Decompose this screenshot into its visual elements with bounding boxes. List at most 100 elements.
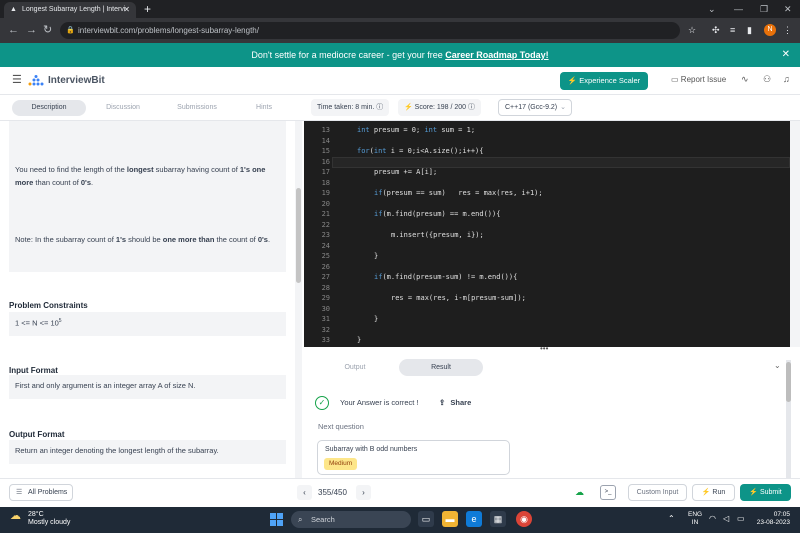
forward-icon[interactable]: → — [26, 22, 37, 39]
weather-widget[interactable]: ☁ 28°C Mostly cloudy — [10, 511, 70, 527]
restore-icon[interactable]: ❐ — [760, 1, 768, 17]
tab-submissions[interactable]: Submissions — [170, 100, 224, 116]
user-icon[interactable]: ⚇ — [763, 74, 771, 85]
tab-search-icon[interactable]: ⌄ — [708, 1, 716, 17]
code-line: presum += A[i]; — [374, 168, 437, 176]
battery-icon[interactable]: ▭ — [737, 514, 745, 523]
code-text: i = 0;i<A.size();i++){ — [386, 147, 484, 155]
constraints-exponent: 5 — [58, 318, 62, 324]
tab-output[interactable]: Output — [327, 359, 383, 376]
input-format-box: First and only argument is an integer ar… — [9, 375, 286, 399]
tab-result[interactable]: Result — [399, 359, 483, 376]
collapse-chevron-icon[interactable]: ⌄ — [774, 361, 781, 370]
code-editor[interactable]: 13 int presum = 0; int sum = 1; 14 15 for(in… — [304, 121, 790, 347]
interviewbit-logo[interactable]: InterviewBit — [26, 75, 105, 87]
custom-input-button[interactable]: Custom Input — [628, 484, 687, 501]
run-bolt-icon: ⚡ — [701, 489, 711, 496]
url-input[interactable]: 🔒 interviewbit.com/problems/longest-suba… — [60, 22, 680, 39]
close-window-icon[interactable]: ✕ — [784, 1, 792, 17]
next-problem-button[interactable]: › — [356, 485, 371, 500]
output-format-text: Return an integer denoting the longest l… — [15, 446, 219, 455]
chrome-browser-icon[interactable]: ◉ — [516, 511, 532, 527]
statement-text: than count of — [33, 178, 81, 187]
difficulty-badge: Medium — [324, 458, 358, 470]
line-number: 28 — [321, 283, 330, 292]
problem-statement: You need to find the length of the longe… — [15, 163, 275, 189]
previous-problem-button[interactable]: ‹ — [297, 485, 312, 500]
extensions-icon[interactable]: ✣ — [712, 22, 720, 39]
share-button[interactable]: ⇪ Share — [439, 398, 471, 407]
editor-scrollbar[interactable] — [790, 121, 800, 347]
notification-bell-icon[interactable]: ♫ — [783, 74, 790, 84]
line-number: 23 — [321, 231, 330, 239]
weather-temp: 28°C — [28, 511, 44, 518]
code-text: presum += A[i]; — [374, 168, 438, 176]
statement-text: subarray having count of — [153, 165, 240, 174]
tray-chevron-icon[interactable]: ⌃ — [668, 514, 675, 523]
score-info-icon[interactable]: ⓘ — [468, 104, 475, 111]
tab-discussion[interactable]: Discussion — [96, 100, 150, 116]
reload-icon[interactable]: ↻ — [43, 22, 52, 39]
cloud-sync-icon[interactable]: ☁ — [575, 487, 584, 498]
check-circle-icon: ✓ — [315, 396, 329, 410]
microsoft-store-icon[interactable]: ▦ — [490, 511, 506, 527]
description-scrollbar[interactable] — [295, 121, 302, 478]
constraints-text: 1 <= N <= 10 — [15, 318, 59, 328]
close-banner-icon[interactable]: ✕ — [782, 43, 790, 67]
info-icon[interactable]: ⓘ — [376, 104, 383, 111]
file-explorer-icon[interactable]: ▬ — [442, 511, 458, 527]
back-icon[interactable]: ← — [8, 22, 19, 39]
result-scrollbar[interactable] — [786, 360, 791, 478]
edge-browser-icon[interactable]: e — [466, 511, 482, 527]
new-tab-button[interactable]: + — [144, 1, 151, 17]
code-line: int presum = 0; int sum = 1; — [357, 126, 475, 134]
run-button[interactable]: ⚡ Run — [692, 484, 735, 501]
line-number: 26 — [321, 262, 330, 271]
scrollbar-thumb[interactable] — [296, 188, 301, 283]
note-text: should be — [126, 235, 163, 244]
line-number: 15 — [321, 147, 330, 155]
chevron-down-icon: ⌄ — [560, 104, 566, 111]
career-roadmap-link[interactable]: Career Roadmap Today! — [445, 50, 548, 60]
logo-dots-icon — [28, 75, 44, 86]
result-scrollbar-thumb[interactable] — [786, 362, 791, 402]
activity-icon[interactable]: ∿ — [741, 74, 749, 85]
sidepanel-icon[interactable]: ▮ — [747, 22, 752, 39]
volume-icon[interactable]: ◁ — [723, 514, 729, 523]
code-keyword: int — [424, 126, 438, 134]
line-number: 30 — [321, 304, 330, 313]
bookmark-star-icon[interactable]: ☆ — [688, 22, 696, 39]
submit-button[interactable]: ⚡ Submit — [740, 484, 791, 501]
tab-description[interactable]: Description — [12, 100, 86, 116]
language-indicator[interactable]: ENG IN — [688, 511, 702, 527]
all-problems-button[interactable]: ☰ All Problems — [9, 484, 73, 501]
code-keyword: for — [357, 147, 370, 155]
profile-avatar[interactable]: N — [764, 24, 776, 36]
media-icon[interactable]: ≡ — [730, 22, 735, 39]
statement-emphasis: longest — [126, 165, 154, 174]
problem-note: Note: In the subarray count of 1's shoul… — [15, 234, 285, 245]
language-select[interactable]: C++17 (Gcc-9.2) ⌄ — [498, 99, 572, 116]
next-question-title[interactable]: Subarray with B odd numbers — [325, 446, 417, 453]
logo-text: InterviewBit — [48, 75, 105, 86]
tab-hints[interactable]: Hints — [244, 100, 284, 116]
browser-tab[interactable]: ▲ Longest Subarray Length | Intervi ✕ — [4, 2, 136, 18]
hamburger-menu-icon[interactable]: ☰ — [12, 73, 22, 86]
code-line: if(m.find(presum) == m.end()){ — [374, 210, 500, 218]
system-clock[interactable]: 07:05 23-08-2023 — [754, 511, 790, 527]
menu-kebab-icon[interactable]: ⋮ — [783, 22, 792, 39]
terminal-icon[interactable]: >_ — [600, 485, 616, 500]
report-issue-link[interactable]: ▭ Report Issue — [671, 75, 726, 84]
statement-text: . — [91, 178, 94, 187]
close-tab-icon[interactable]: ✕ — [123, 2, 130, 18]
task-view-icon[interactable]: ▭ — [418, 511, 434, 527]
windows-start-icon[interactable] — [270, 513, 283, 526]
wifi-icon[interactable]: ◠ — [709, 514, 716, 523]
note-emphasis: 1's — [115, 235, 127, 244]
line-number: 32 — [321, 325, 330, 334]
taskbar-search[interactable]: ⌕ Search — [291, 511, 411, 528]
tab-title: Longest Subarray Length | Intervi — [22, 6, 126, 13]
experience-scaler-button[interactable]: ⚡ Experience Scaler — [560, 72, 648, 90]
problem-statement-box: You need to find the length of the longe… — [9, 121, 286, 272]
minimize-icon[interactable]: — — [734, 1, 743, 17]
